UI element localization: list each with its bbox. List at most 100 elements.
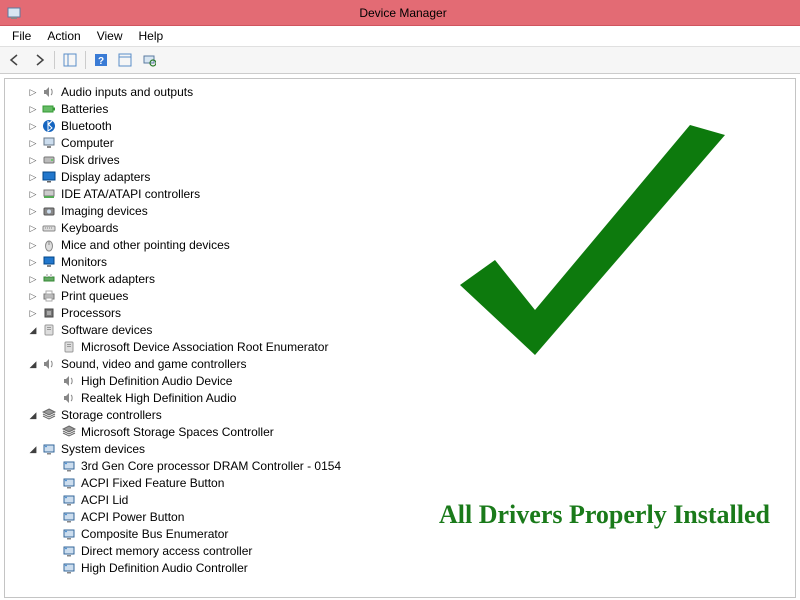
tree-node-label: High Definition Audio Controller	[81, 560, 248, 576]
tree-node-label: Direct memory access controller	[81, 543, 252, 559]
tree-node-label: Computer	[61, 135, 114, 151]
tree-node[interactable]: ▷ Bluetooth	[5, 117, 795, 134]
expander-closed-icon[interactable]: ▷	[27, 239, 39, 251]
tree-node[interactable]: ▷Display adapters	[5, 168, 795, 185]
tree-node[interactable]: ▷Batteries	[5, 100, 795, 117]
expander-closed-icon[interactable]: ▷	[27, 205, 39, 217]
expander-closed-icon[interactable]: ▷	[27, 171, 39, 183]
expander-none	[47, 545, 59, 557]
svg-text:?: ?	[98, 56, 104, 67]
tree-node[interactable]: ▷Print queues	[5, 287, 795, 304]
tree-node[interactable]: ◢System devices	[5, 440, 795, 457]
expander-closed-icon[interactable]: ▷	[27, 86, 39, 98]
tree-node[interactable]: ▷IDE ATA/ATAPI controllers	[5, 185, 795, 202]
storage-icon	[61, 424, 77, 440]
tree-node[interactable]: ▷Imaging devices	[5, 202, 795, 219]
tree-node-label: Disk drives	[61, 152, 120, 168]
tree-node-label: Audio inputs and outputs	[61, 84, 193, 100]
expander-none	[47, 528, 59, 540]
tree-node[interactable]: ▷ Mice and other pointing devices	[5, 236, 795, 253]
scan-hardware-button[interactable]	[138, 49, 160, 71]
window-title: Device Manager	[26, 6, 800, 20]
tree-node-label: Bluetooth	[61, 118, 112, 134]
tree-node-label: ACPI Lid	[81, 492, 128, 508]
tree-node-label: Processors	[61, 305, 121, 321]
properties-button[interactable]	[114, 49, 136, 71]
tree-node[interactable]: 3rd Gen Core processor DRAM Controller -…	[5, 457, 795, 474]
system-icon	[61, 475, 77, 491]
expander-closed-icon[interactable]: ▷	[27, 290, 39, 302]
system-icon	[61, 492, 77, 508]
tree-node[interactable]: ▷Keyboards	[5, 219, 795, 236]
tree-node[interactable]: ◢Sound, video and game controllers	[5, 355, 795, 372]
expander-open-icon[interactable]: ◢	[27, 324, 39, 336]
tree-node[interactable]: ◢ Storage controllers	[5, 406, 795, 423]
menu-action[interactable]: Action	[39, 27, 88, 45]
tree-node-label: Mice and other pointing devices	[61, 237, 230, 253]
expander-closed-icon[interactable]: ▷	[27, 154, 39, 166]
tree-node-label: Network adapters	[61, 271, 155, 287]
system-icon	[61, 560, 77, 576]
tree-node[interactable]: ▷ Processors	[5, 304, 795, 321]
expander-closed-icon[interactable]: ▷	[27, 256, 39, 268]
system-icon	[61, 543, 77, 559]
tree-node[interactable]: ▷ Disk drives	[5, 151, 795, 168]
system-icon	[61, 458, 77, 474]
cpu-icon	[41, 305, 57, 321]
expander-open-icon[interactable]: ◢	[27, 443, 39, 455]
tree-node[interactable]: ▷ Network adapters	[5, 270, 795, 287]
tree-node[interactable]: Composite Bus Enumerator	[5, 525, 795, 542]
tree-node[interactable]: Microsoft Device Association Root Enumer…	[5, 338, 795, 355]
expander-closed-icon[interactable]: ▷	[27, 188, 39, 200]
tree-node-label: Storage controllers	[61, 407, 162, 423]
tree-node[interactable]: Microsoft Storage Spaces Controller	[5, 423, 795, 440]
menu-file[interactable]: File	[4, 27, 39, 45]
app-icon	[6, 5, 22, 21]
tree-node[interactable]: ◢Software devices	[5, 321, 795, 338]
printer-icon	[41, 288, 57, 304]
menu-view[interactable]: View	[89, 27, 131, 45]
back-button[interactable]	[4, 49, 26, 71]
tree-node[interactable]: High Definition Audio Device	[5, 372, 795, 389]
tree-node[interactable]: ▷ Audio inputs and outputs	[5, 83, 795, 100]
tree-node[interactable]: Direct memory access controller	[5, 542, 795, 559]
tree-node[interactable]: ACPI Lid	[5, 491, 795, 508]
tree-node-label: Microsoft Device Association Root Enumer…	[81, 339, 328, 355]
expander-open-icon[interactable]: ◢	[27, 409, 39, 421]
tree-node[interactable]: ▷ Computer	[5, 134, 795, 151]
expander-closed-icon[interactable]: ▷	[27, 120, 39, 132]
menu-help[interactable]: Help	[131, 27, 172, 45]
expander-closed-icon[interactable]: ▷	[27, 307, 39, 319]
tree-node-label: Monitors	[61, 254, 107, 270]
forward-button[interactable]	[28, 49, 50, 71]
menubar: File Action View Help	[0, 26, 800, 46]
battery-icon	[41, 101, 57, 117]
tree-node[interactable]: High Definition Audio Controller	[5, 559, 795, 576]
tree-panel: ▷Audio inputs and outputs▷Batteries▷Blue…	[4, 78, 796, 598]
speaker-icon	[61, 373, 77, 389]
toolbar-separator	[54, 51, 55, 69]
expander-none	[47, 460, 59, 472]
tree-node-label: ACPI Power Button	[81, 509, 184, 525]
bluetooth-icon	[41, 118, 57, 134]
expander-none	[47, 375, 59, 387]
keyboard-icon	[41, 220, 57, 236]
tree-node-label: Composite Bus Enumerator	[81, 526, 228, 542]
expander-open-icon[interactable]: ◢	[27, 358, 39, 370]
help-button[interactable]: ?	[90, 49, 112, 71]
tree-node[interactable]: ACPI Power Button	[5, 508, 795, 525]
show-hide-tree-button[interactable]	[59, 49, 81, 71]
network-icon	[41, 271, 57, 287]
tree-node[interactable]: Realtek High Definition Audio	[5, 389, 795, 406]
expander-none	[47, 426, 59, 438]
expander-closed-icon[interactable]: ▷	[27, 137, 39, 149]
expander-closed-icon[interactable]: ▷	[27, 222, 39, 234]
expander-closed-icon[interactable]: ▷	[27, 103, 39, 115]
expander-none	[47, 562, 59, 574]
tree-node[interactable]: ▷ Monitors	[5, 253, 795, 270]
tree-node[interactable]: ACPI Fixed Feature Button	[5, 474, 795, 491]
expander-none	[47, 511, 59, 523]
camera-icon	[41, 203, 57, 219]
expander-closed-icon[interactable]: ▷	[27, 273, 39, 285]
ide-icon	[41, 186, 57, 202]
